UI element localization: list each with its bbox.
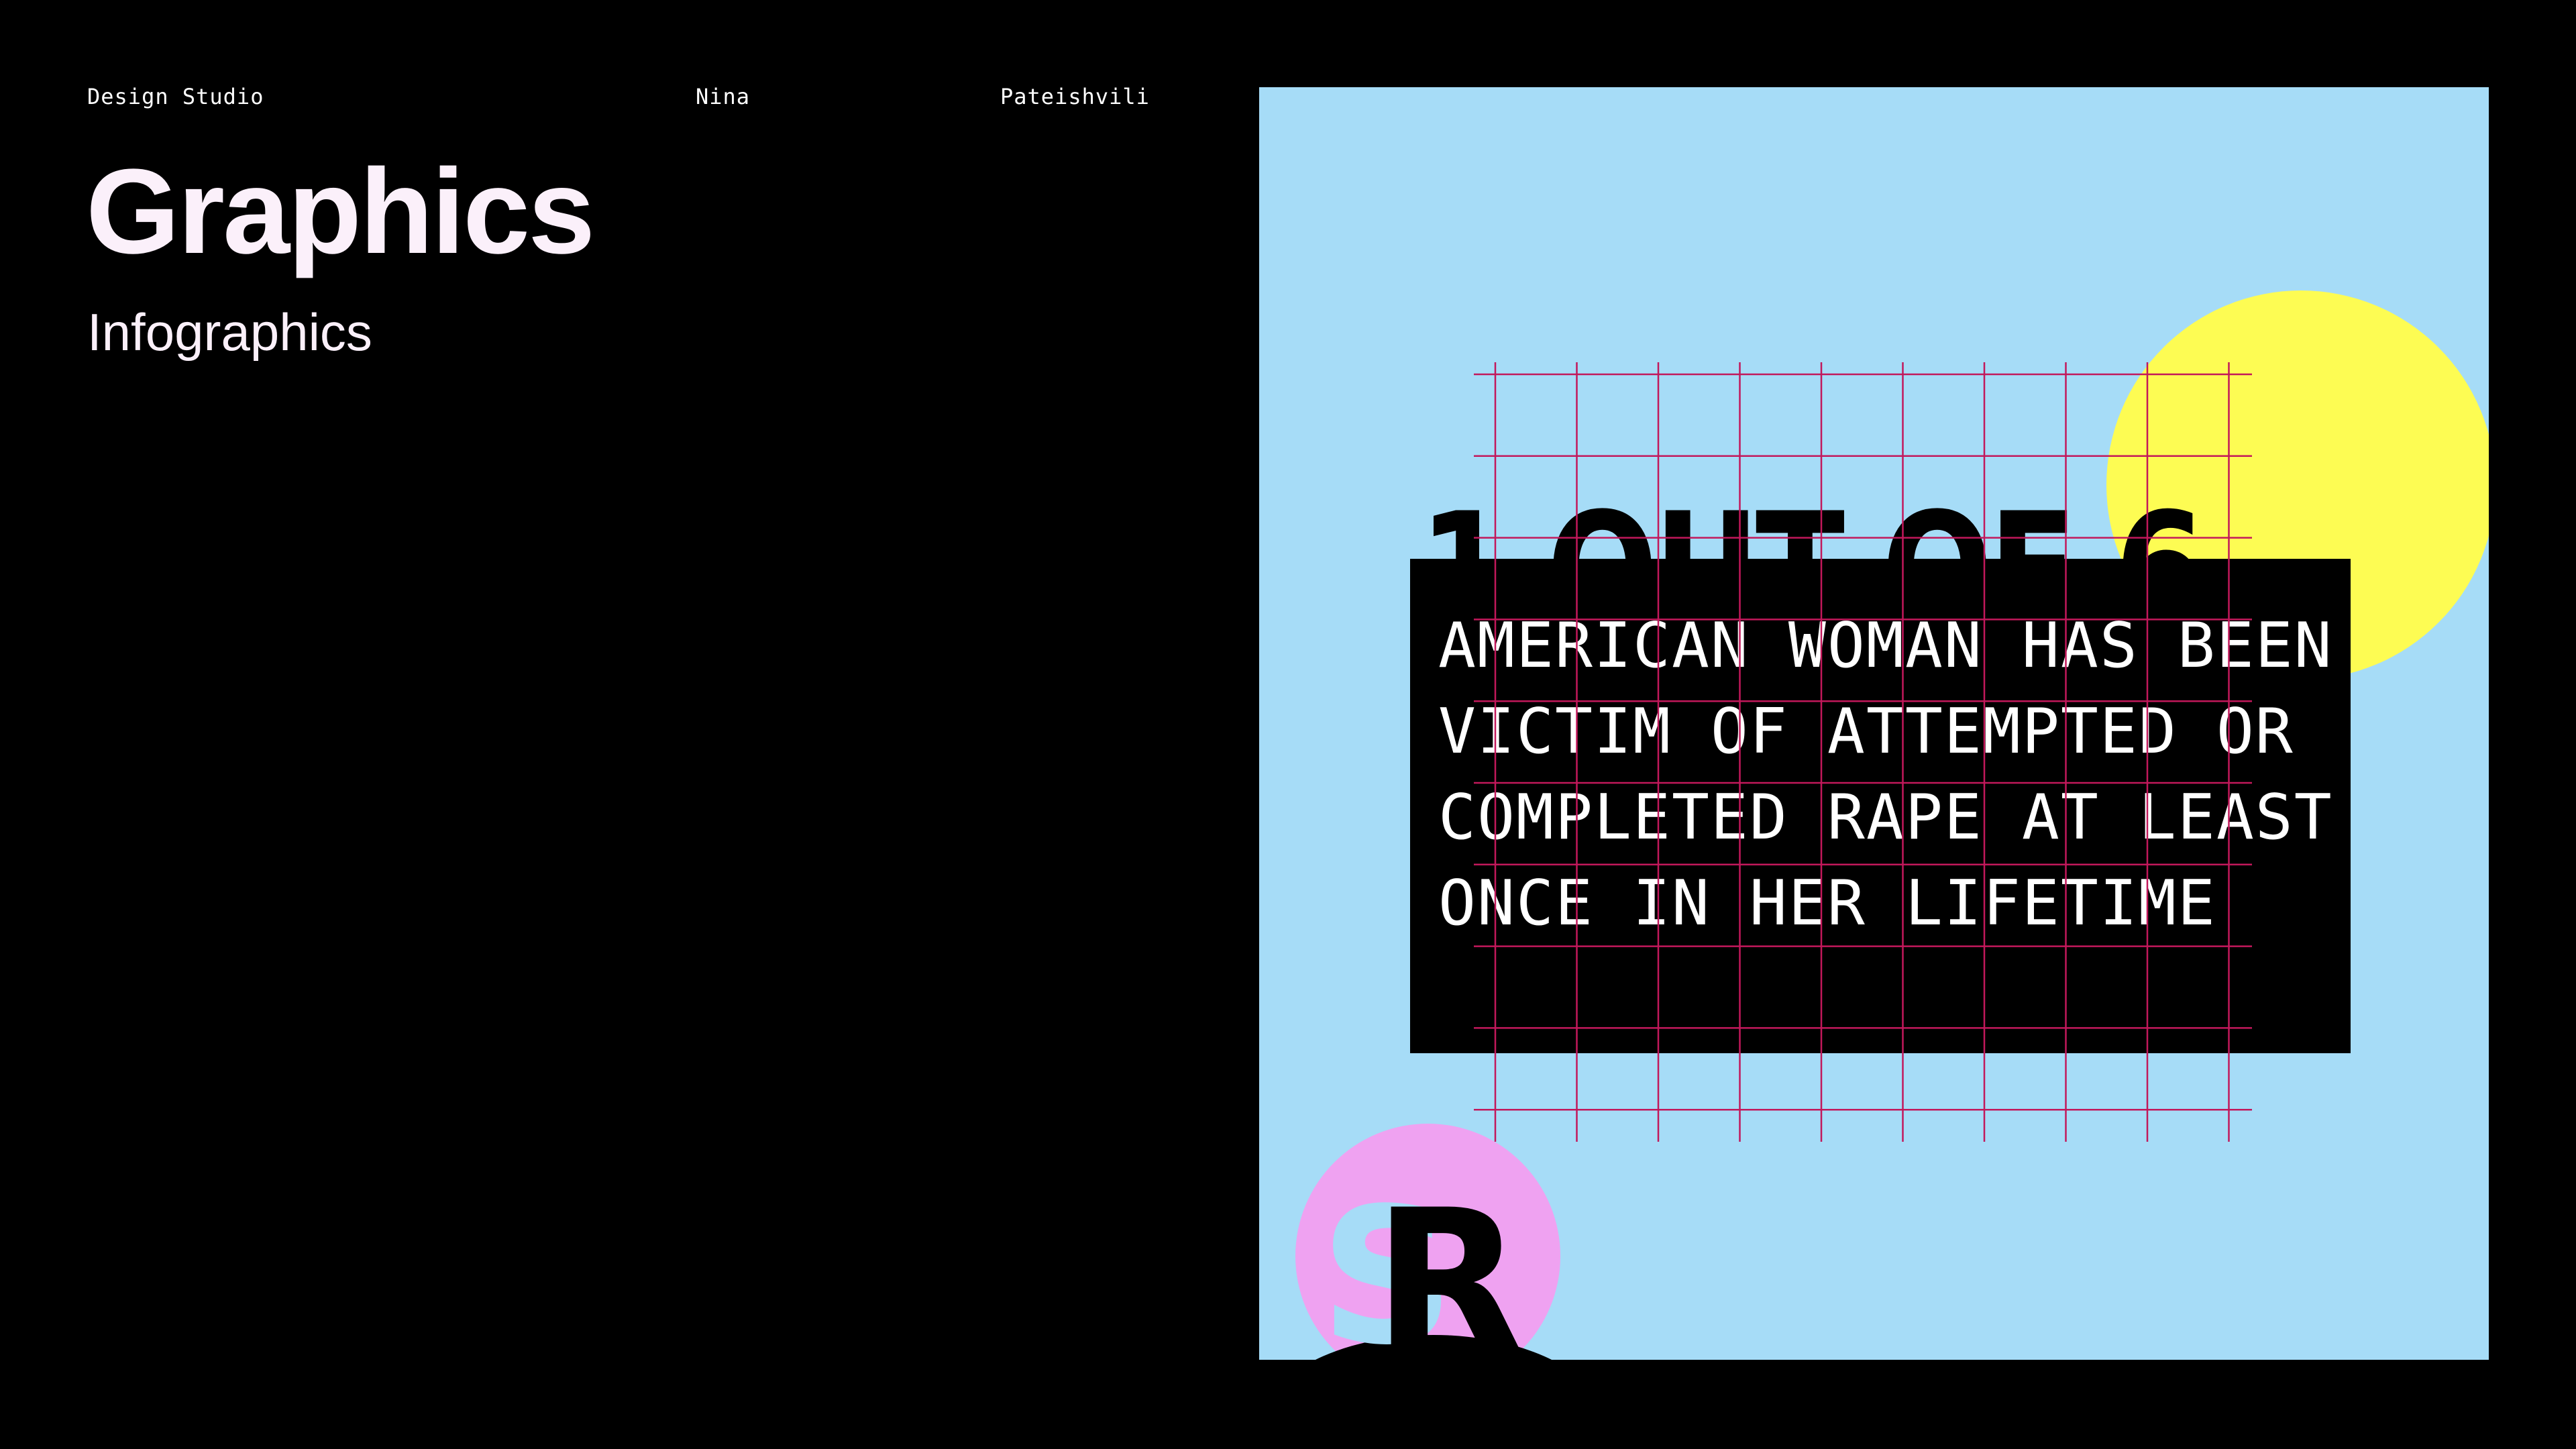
studio-label: Design Studio (87, 84, 264, 109)
first-name-label: Nina (696, 84, 751, 109)
sr-logo: S R (1320, 1174, 1523, 1360)
page-subtitle: Infographics (87, 303, 372, 362)
logo-r-letter: R (1373, 1174, 1523, 1360)
page-title: Graphics (86, 144, 595, 279)
infographic-poster: 1 OUT OF 6 AMERICAN WOMAN HAS BEEN VICTI… (1259, 87, 2489, 1360)
last-name-label: Pateishvili (1000, 84, 1150, 109)
grid-overlay (1474, 362, 2252, 1142)
